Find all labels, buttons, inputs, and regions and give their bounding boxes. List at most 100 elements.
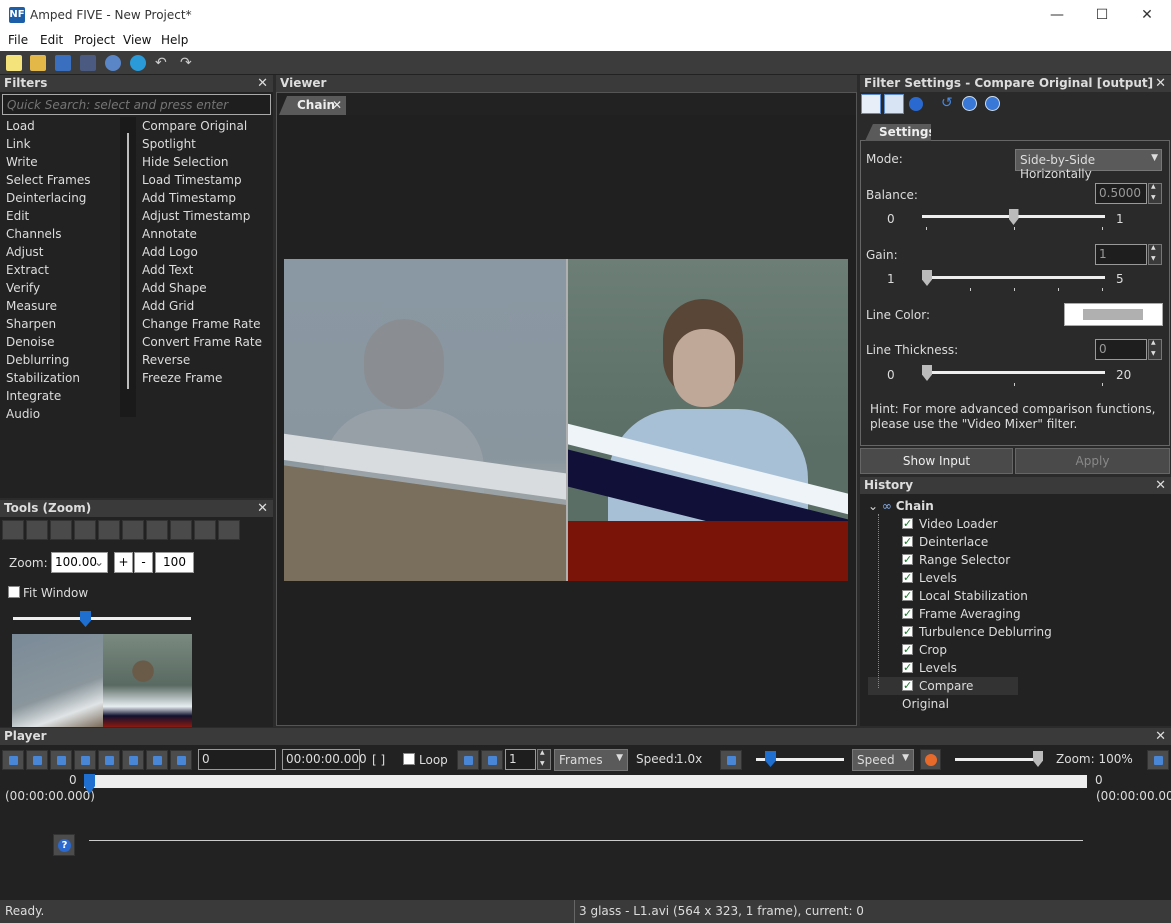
close-filter-settings-button[interactable]: ✕ xyxy=(1155,75,1166,92)
fit-window-checkbox[interactable] xyxy=(8,586,20,598)
history-checkbox[interactable] xyxy=(902,569,913,587)
new-project-icon[interactable] xyxy=(6,55,22,71)
close-tools-button[interactable]: ✕ xyxy=(257,500,268,517)
menu-view[interactable]: View xyxy=(123,33,151,47)
mode-select[interactable]: Side-by-Side Horizontally ▼ xyxy=(1015,149,1162,181)
category-item[interactable]: Adjust xyxy=(0,243,120,261)
maximize-button[interactable]: ☐ xyxy=(1079,0,1125,31)
zoom-step-input[interactable]: 100 xyxy=(155,552,194,573)
quick-search-input[interactable] xyxy=(2,94,271,115)
minimize-button[interactable]: — xyxy=(1034,0,1080,31)
category-item[interactable]: Denoise xyxy=(0,333,120,351)
filter-item[interactable]: Freeze Frame xyxy=(136,369,273,387)
line-thickness-slider[interactable] xyxy=(922,371,1105,374)
stop-icon[interactable] xyxy=(50,750,72,770)
player-help-button[interactable]: ? xyxy=(53,834,75,856)
menu-file[interactable]: File xyxy=(8,33,28,47)
history-item[interactable]: Crop xyxy=(868,641,1052,659)
category-item[interactable]: Deblurring xyxy=(0,351,120,369)
step-unit-select[interactable]: Frames ▼ xyxy=(554,749,628,771)
category-item[interactable]: Audio xyxy=(0,405,120,423)
category-item[interactable]: Extract xyxy=(0,261,120,279)
filter-item[interactable]: Annotate xyxy=(136,225,273,243)
filter-item[interactable]: Reverse xyxy=(136,351,273,369)
history-checkbox[interactable] xyxy=(902,515,913,533)
gain-slider[interactable] xyxy=(922,276,1105,279)
speed-mode-select[interactable]: Speed ▼ xyxy=(852,749,914,771)
menu-edit[interactable]: Edit xyxy=(40,33,63,47)
range-brackets[interactable]: [ ] xyxy=(372,753,385,767)
timeline-slider[interactable] xyxy=(84,775,1087,788)
history-item[interactable]: Video Loader xyxy=(868,515,1052,533)
balance-spinner[interactable] xyxy=(1148,183,1162,204)
next-filter-icon[interactable] xyxy=(985,96,1000,111)
line-thickness-spinner[interactable] xyxy=(1148,339,1162,360)
last-frame-icon[interactable] xyxy=(98,750,120,770)
category-item[interactable]: Link xyxy=(0,135,120,153)
curve-tool-icon[interactable] xyxy=(194,520,216,540)
reset-icon[interactable]: ↺ xyxy=(941,95,953,111)
step-size-spinner[interactable] xyxy=(537,749,551,770)
line-tool-icon[interactable] xyxy=(146,520,168,540)
close-player-button[interactable]: ✕ xyxy=(1155,728,1166,745)
close-tab-icon[interactable]: ✕ xyxy=(332,98,342,112)
history-checkbox[interactable] xyxy=(902,623,913,641)
category-item[interactable]: Deinterlacing xyxy=(0,189,120,207)
show-input-button[interactable]: Show Input xyxy=(860,448,1013,474)
zoom-minus-button[interactable]: - xyxy=(134,552,153,573)
category-item[interactable]: Integrate xyxy=(0,387,120,405)
category-item[interactable]: Stabilization xyxy=(0,369,120,387)
pointer-tool-icon[interactable] xyxy=(2,520,24,540)
export-frame-icon[interactable] xyxy=(146,750,168,770)
filter-item[interactable]: Convert Frame Rate xyxy=(136,333,273,351)
gain-spinner[interactable] xyxy=(1148,244,1162,265)
help-icon[interactable] xyxy=(909,97,923,111)
step-back-icon[interactable] xyxy=(457,750,479,770)
first-frame-icon[interactable] xyxy=(74,750,96,770)
player-zoom-slider[interactable] xyxy=(955,758,1043,761)
filter-item[interactable]: Load Timestamp xyxy=(136,171,273,189)
history-checkbox[interactable] xyxy=(902,605,913,623)
history-checkbox[interactable] xyxy=(902,677,913,695)
history-item[interactable]: Turbulence Deblurring xyxy=(868,623,1052,641)
globe-tool-icon[interactable] xyxy=(74,520,96,540)
history-checkbox[interactable] xyxy=(902,533,913,551)
clock-tool-icon[interactable] xyxy=(98,520,120,540)
gain-input[interactable]: 1 xyxy=(1095,244,1147,265)
history-checkbox[interactable] xyxy=(902,641,913,659)
step-forward-icon[interactable] xyxy=(481,750,503,770)
history-item[interactable]: Levels xyxy=(868,659,1052,677)
category-item[interactable]: Edit xyxy=(0,207,120,225)
step-size-input[interactable]: 1 xyxy=(505,749,536,770)
close-filters-button[interactable]: ✕ xyxy=(257,75,268,92)
points-tool-icon[interactable] xyxy=(170,520,192,540)
filter-doc-icon[interactable] xyxy=(884,94,904,114)
save-project-icon[interactable] xyxy=(55,55,71,71)
filter-item[interactable]: Hide Selection xyxy=(136,153,273,171)
filter-item[interactable]: Add Logo xyxy=(136,243,273,261)
line-color-button[interactable] xyxy=(1064,303,1163,326)
balance-input[interactable]: 0.5000 xyxy=(1095,183,1147,204)
tab-chain[interactable]: Chain ✕ xyxy=(279,96,346,115)
tab-settings[interactable]: Settings xyxy=(865,124,931,141)
close-window-button[interactable]: ✕ xyxy=(1124,0,1170,31)
filter-item[interactable]: Adjust Timestamp xyxy=(136,207,273,225)
zoom-combo[interactable]: 100.00 ⌄ xyxy=(51,552,108,573)
history-item[interactable]: Frame Averaging xyxy=(868,605,1052,623)
category-item[interactable]: Write xyxy=(0,153,120,171)
loop-refresh-icon[interactable] xyxy=(2,750,24,770)
filter-item[interactable]: Add Text xyxy=(136,261,273,279)
history-checkbox[interactable] xyxy=(902,587,913,605)
filter-item[interactable]: Spotlight xyxy=(136,135,273,153)
history-item[interactable]: Range Selector xyxy=(868,551,1052,569)
reset-zoom-icon[interactable] xyxy=(1147,750,1169,770)
filter-item[interactable]: Add Timestamp xyxy=(136,189,273,207)
filter-item[interactable]: Compare Original xyxy=(136,117,273,135)
history-checkbox[interactable] xyxy=(902,659,913,677)
category-item[interactable]: Verify xyxy=(0,279,120,297)
image-tool-icon[interactable] xyxy=(50,520,72,540)
history-checkbox[interactable] xyxy=(902,551,913,569)
close-history-button[interactable]: ✕ xyxy=(1155,477,1166,494)
previous-filter-icon[interactable] xyxy=(962,96,977,111)
category-item[interactable]: Measure xyxy=(0,297,120,315)
